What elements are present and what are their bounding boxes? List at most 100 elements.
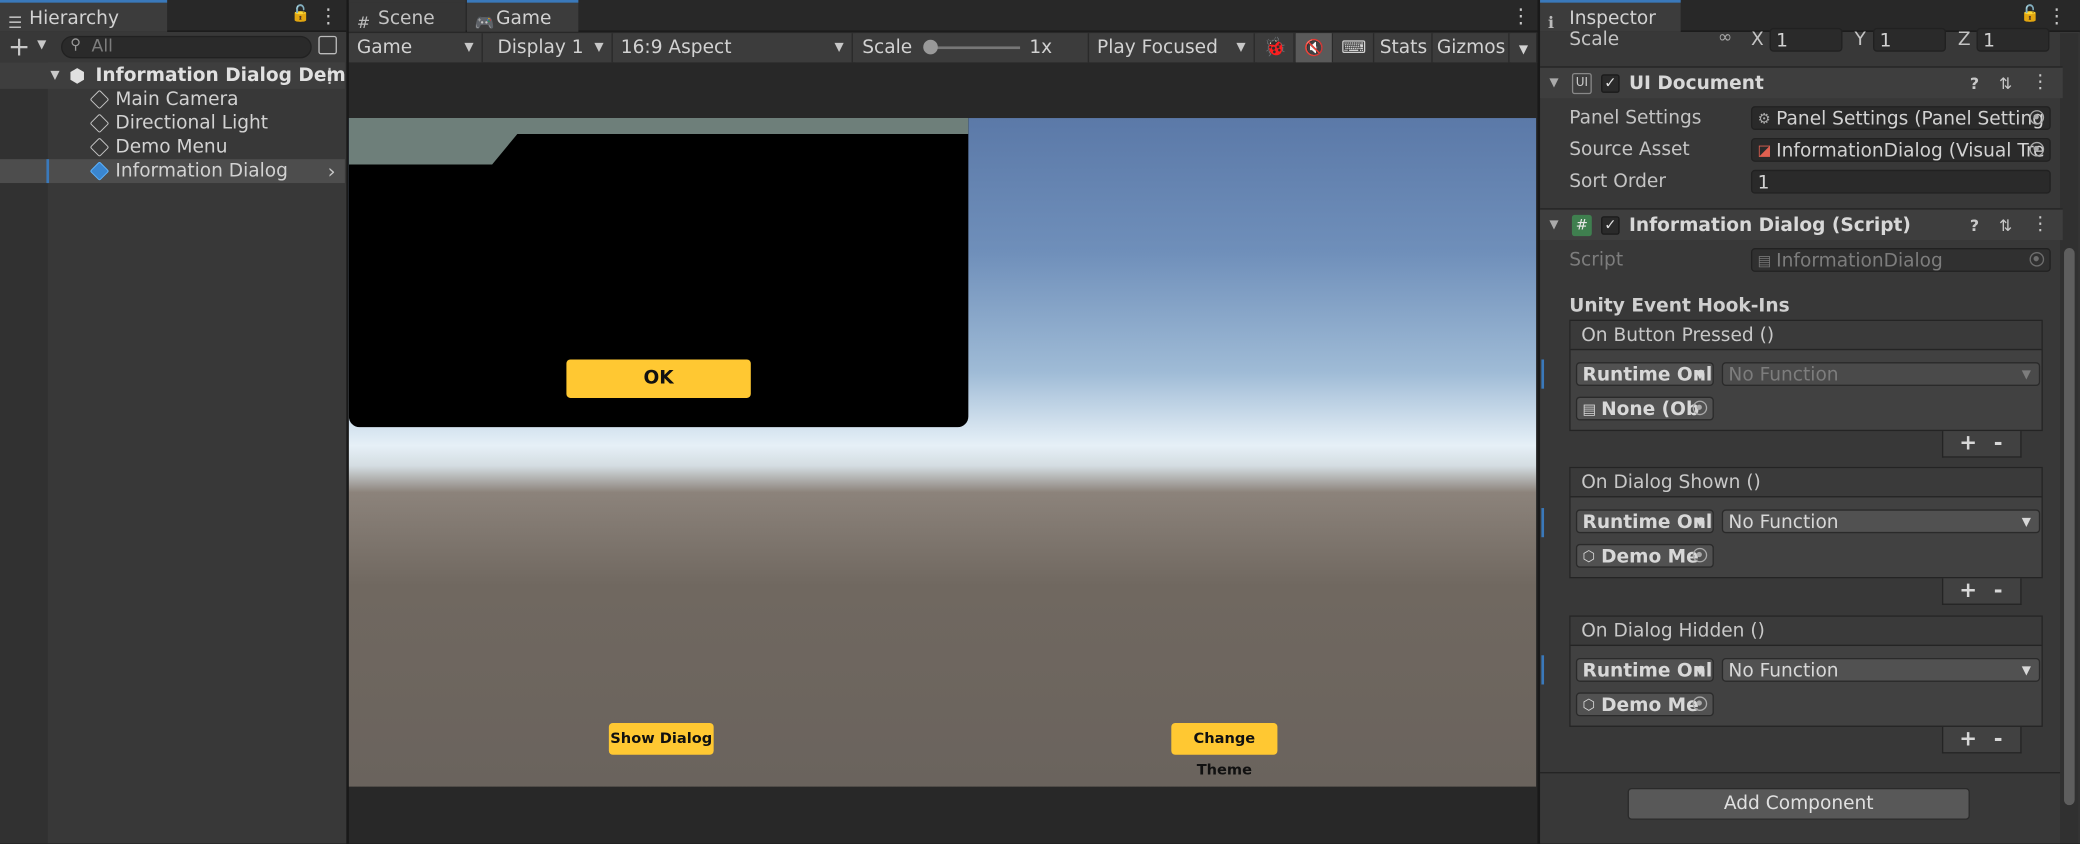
hierarchy-tabbar: ☰ Hierarchy 🔓 ⋮ bbox=[0, 0, 347, 32]
help-icon[interactable]: ? bbox=[1970, 216, 1979, 235]
scale-y-field[interactable]: 1 bbox=[1873, 27, 1946, 52]
hierarchy-item-selected[interactable]: Information Dialog › bbox=[0, 159, 345, 184]
runtime-mode-dropdown[interactable]: Runtime Onl ▼ bbox=[1575, 509, 1714, 534]
object-picker-icon[interactable] bbox=[1692, 696, 1708, 712]
dropdown-arrow-icon: ▼ bbox=[1236, 41, 1246, 55]
scene-visibility-icon[interactable] bbox=[318, 35, 337, 55]
runtime-mode-dropdown[interactable]: Runtime Onl ▼ bbox=[1575, 362, 1714, 387]
search-icon: ⚲ bbox=[70, 35, 81, 54]
show-dialog-button[interactable]: Show Dialog bbox=[608, 722, 714, 755]
scale-z-field[interactable]: 1 bbox=[1976, 27, 2050, 52]
function-dropdown[interactable]: No Function ▼ bbox=[1721, 657, 2041, 682]
inspector-scrollbar[interactable] bbox=[2060, 33, 2079, 844]
target-object-field[interactable]: ⬡ Demo Me bbox=[1575, 692, 1714, 717]
gizmos-dropdown-arrow[interactable]: ▼ bbox=[1510, 33, 1538, 63]
hierarchy-item[interactable]: Main Camera bbox=[0, 88, 345, 112]
kebab-menu-icon[interactable]: ⋮ bbox=[2047, 3, 2067, 30]
add-component-button[interactable]: Add Component bbox=[1627, 787, 1970, 820]
search-input[interactable]: ⚲ All bbox=[61, 35, 312, 59]
scale-slider-track[interactable] bbox=[929, 46, 1021, 50]
keyboard-button[interactable]: ⌨ bbox=[1334, 33, 1375, 63]
gizmos-button[interactable]: Gizmos bbox=[1433, 33, 1510, 63]
object-picker-icon[interactable] bbox=[1692, 400, 1708, 416]
event-indicator bbox=[1541, 655, 1545, 685]
hierarchy-tree: ▼ ⬢ Information Dialog Dem ⋮ Main Camera… bbox=[0, 62, 347, 844]
lock-icon[interactable]: 🔓 bbox=[2020, 4, 2040, 23]
preset-icon[interactable]: ⇅ bbox=[1999, 74, 2012, 93]
game-view-dropdown[interactable]: Game ▼ bbox=[350, 33, 483, 63]
foldout-arrow-icon[interactable]: ▼ bbox=[1549, 219, 1558, 232]
add-event-button[interactable]: + bbox=[1959, 726, 1977, 751]
kebab-menu-icon[interactable]: ⋮ bbox=[1511, 3, 1531, 30]
foldout-arrow-icon[interactable]: ▼ bbox=[1549, 77, 1558, 90]
hierarchy-item[interactable]: Directional Light bbox=[0, 111, 345, 135]
object-picker-icon[interactable] bbox=[2029, 141, 2045, 157]
enabled-checkbox[interactable]: ✓ bbox=[1601, 74, 1620, 93]
add-event-button[interactable]: + bbox=[1959, 430, 1977, 455]
panel-settings-field[interactable]: ⚙ Panel Settings (Panel Setting bbox=[1750, 106, 2051, 130]
target-object-field[interactable]: ▤ None (Ob bbox=[1575, 396, 1714, 421]
script-icon: # bbox=[1571, 214, 1592, 237]
target-object-field[interactable]: ⬡ Demo Me bbox=[1575, 543, 1714, 568]
debug-button[interactable]: 🐞 bbox=[1257, 33, 1295, 63]
change-theme-button[interactable]: Change Theme bbox=[1171, 722, 1278, 779]
remove-event-button[interactable]: - bbox=[1994, 430, 2003, 455]
hierarchy-item[interactable]: Demo Menu bbox=[0, 135, 345, 159]
dropdown-arrow-icon: ▼ bbox=[1518, 43, 1529, 58]
event-list-controls: + - bbox=[1941, 726, 2022, 754]
kebab-menu-icon[interactable]: ⋮ bbox=[318, 3, 338, 30]
game-viewport[interactable]: OK Show Dialog Change Theme bbox=[348, 118, 1537, 787]
sort-order-field[interactable]: 1 bbox=[1750, 169, 2051, 194]
add-event-button[interactable]: + bbox=[1959, 577, 1977, 602]
scene-row[interactable]: ▼ ⬢ Information Dialog Dem ⋮ bbox=[0, 62, 346, 89]
remove-event-button[interactable]: - bbox=[1994, 726, 2003, 751]
scrollbar-thumb[interactable] bbox=[2064, 248, 2075, 806]
tab-game[interactable]: 🎮 Game bbox=[466, 0, 579, 32]
inspector-divider bbox=[1540, 772, 2061, 774]
scale-control: Scale 1x bbox=[855, 33, 1090, 63]
bug-icon: 🐞 bbox=[1263, 37, 1287, 59]
preset-icon[interactable]: ⇅ bbox=[1999, 216, 2012, 235]
link-icon[interactable]: ∞ bbox=[1718, 28, 1732, 48]
aspect-dropdown[interactable]: 16:9 Aspect ▼ bbox=[614, 33, 853, 63]
dropdown-arrow-icon[interactable]: ▼ bbox=[37, 38, 46, 51]
scene-kebab-icon[interactable]: ⋮ bbox=[320, 62, 340, 89]
gameobject-icon: ⬡ bbox=[1582, 547, 1596, 566]
kebab-menu-icon[interactable]: ⋮ bbox=[2031, 214, 2050, 235]
function-dropdown[interactable]: No Function ▼ bbox=[1721, 509, 2041, 534]
object-picker-icon bbox=[2029, 252, 2045, 267]
gameobject-icon bbox=[89, 135, 117, 159]
mute-icon: 🔇 bbox=[1303, 38, 1324, 58]
kebab-menu-icon[interactable]: ⋮ bbox=[2031, 72, 2050, 93]
information-dialog-script-header[interactable]: ▼ # ✓ Information Dialog (Script) ? ⇅ ⋮ bbox=[1540, 208, 2063, 241]
lock-icon[interactable]: 🔓 bbox=[291, 4, 311, 23]
event-indicator bbox=[1541, 508, 1545, 538]
expand-arrow-icon[interactable]: ▼ bbox=[50, 62, 59, 89]
object-picker-icon[interactable] bbox=[2029, 110, 2045, 125]
ok-button[interactable]: OK bbox=[566, 359, 751, 398]
mute-audio-button[interactable]: 🔇 bbox=[1295, 33, 1334, 63]
stats-button[interactable]: Stats bbox=[1375, 33, 1433, 63]
function-dropdown: No Function ▼ bbox=[1721, 362, 2041, 387]
add-icon[interactable]: + bbox=[8, 31, 30, 63]
chevron-right-icon[interactable]: › bbox=[328, 159, 336, 183]
tab-hierarchy[interactable]: ☰ Hierarchy bbox=[0, 0, 168, 32]
script-file-icon: ▤ bbox=[1757, 252, 1772, 270]
object-picker-icon[interactable] bbox=[1692, 547, 1708, 563]
hierarchy-panel: ☰ Hierarchy 🔓 ⋮ + ▼ ⚲ All ▼ ⬢ Informatio… bbox=[0, 0, 347, 844]
hierarchy-toolbar: + ▼ ⚲ All bbox=[0, 31, 347, 63]
keyboard-icon: ⌨ bbox=[1341, 38, 1367, 59]
ui-document-header[interactable]: ▼ UI ✓ UI Document ? ⇅ ⋮ bbox=[1540, 66, 2063, 99]
display-dropdown[interactable]: Display 1 ▼ bbox=[490, 33, 613, 63]
source-asset-field[interactable]: ◪ InformationDialog (Visual Tre bbox=[1750, 137, 2051, 162]
play-mode-dropdown[interactable]: Play Focused ▼ bbox=[1090, 33, 1255, 63]
scale-slider-handle[interactable] bbox=[923, 39, 938, 55]
dialog-tab-shape bbox=[348, 118, 969, 165]
help-icon[interactable]: ? bbox=[1970, 74, 1979, 93]
tab-scene[interactable]: # Scene bbox=[348, 0, 466, 32]
dropdown-arrow-icon: ▼ bbox=[2021, 664, 2031, 678]
runtime-mode-dropdown[interactable]: Runtime Onl ▼ bbox=[1575, 657, 1714, 682]
enabled-checkbox[interactable]: ✓ bbox=[1601, 216, 1620, 235]
scale-x-field[interactable]: 1 bbox=[1769, 27, 1843, 52]
remove-event-button[interactable]: - bbox=[1994, 577, 2003, 602]
